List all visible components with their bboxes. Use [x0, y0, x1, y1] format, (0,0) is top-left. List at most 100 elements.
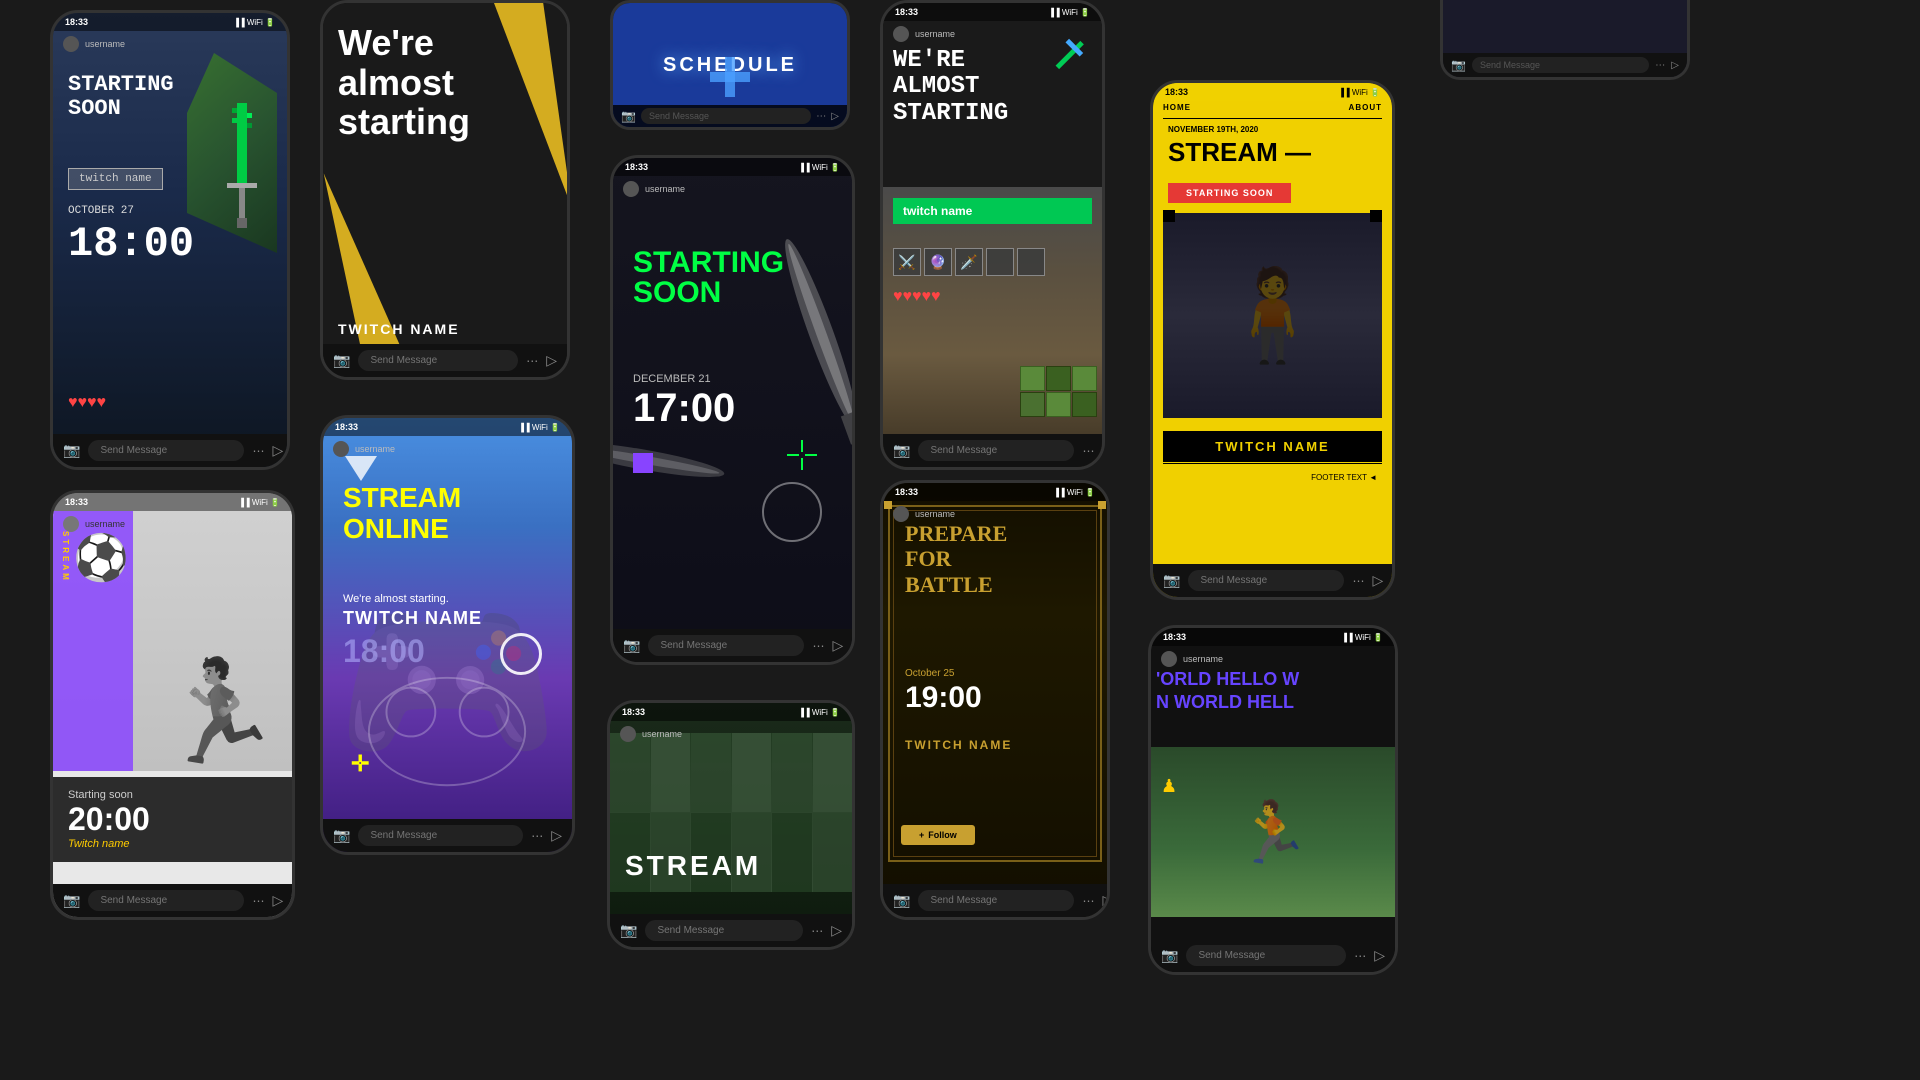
username-label: username [85, 39, 125, 49]
footer-text: FOOTER TEXT ◄ [1311, 473, 1377, 482]
message-input[interactable] [88, 440, 244, 461]
more-icon[interactable]: ⋯ [1352, 574, 1364, 588]
phone-soccer-starting-soon: 18:33 ▐▐ WiFi 🔋 username ⚽ 🏃 STREAM Star… [50, 490, 295, 920]
starting-soon-text: STARTING SOON [633, 248, 784, 308]
twitch-badge: twitch name [893, 198, 1092, 224]
more-icon[interactable]: ⋯ [531, 829, 543, 843]
more-icon[interactable]: ⋯ [526, 354, 538, 368]
status-icons: ▐▐ WiFi 🔋 [518, 423, 560, 432]
avatar [333, 441, 349, 457]
filter-icon[interactable]: ▷ [832, 637, 843, 654]
camera-icon[interactable]: 📷 [63, 892, 80, 909]
more-icon[interactable]: ⋯ [1082, 894, 1094, 908]
message-input[interactable] [358, 350, 518, 371]
more-icon[interactable]: ⋯ [1082, 444, 1094, 458]
filter-icon[interactable]: ▷ [831, 111, 839, 122]
message-input[interactable] [648, 635, 804, 656]
phone-stream-yellow: 18:33 ▐▐ WiFi 🔋 HOME ABOUT NOVEMBER 19TH… [1150, 80, 1395, 600]
message-input[interactable] [358, 825, 523, 846]
status-icons: ▐▐ WiFi 🔋 [1338, 88, 1380, 97]
camera-icon[interactable]: 📷 [1163, 572, 1180, 589]
tool-slot-2: 🔮 [924, 248, 952, 276]
more-icon[interactable]: ⋯ [252, 894, 264, 908]
status-time: 18:33 [1165, 87, 1188, 97]
prepare-text: PREPARE FOR BATTLE [905, 521, 1007, 597]
were-almost-text: We're almost starting [338, 23, 470, 142]
camera-icon[interactable]: 📷 [893, 892, 910, 909]
more-icon[interactable]: ⋯ [812, 639, 824, 653]
send-message-text: Send Message [1472, 57, 1649, 73]
tool-slot-4 [986, 248, 1014, 276]
filter-icon[interactable]: ▷ [831, 922, 842, 939]
stream-text: STREAM [625, 850, 761, 882]
filter-icon[interactable]: ▷ [551, 827, 562, 844]
status-icons: ▐▐ WiFi 🔋 [238, 498, 280, 507]
phone-top-right-partial: 📷 Send Message ⋯ ▷ [1440, 0, 1690, 80]
status-icons: ▐▐ WiFi 🔋 [1048, 8, 1090, 17]
tool-row: ⚔️ 🔮 🗡️ [893, 248, 1045, 276]
camera-icon[interactable]: 📷 [893, 442, 910, 459]
username-label: username [915, 509, 955, 519]
status-time: 18:33 [622, 707, 645, 717]
camera-icon[interactable]: 📷 [63, 442, 80, 459]
message-input[interactable] [918, 440, 1074, 461]
sports-image: 🏃 [1151, 747, 1395, 917]
phone-were-almost-starting-yellow: We're almost starting TWITCH NAME 📷 ⋯ ▷ [320, 0, 570, 380]
more-icon[interactable]: ⋯ [811, 924, 823, 938]
camera-icon[interactable]: 📷 [333, 827, 350, 844]
filter-icon[interactable]: ▷ [1102, 442, 1105, 459]
starting-info: Starting soon 20:00 Twitch name [53, 777, 292, 862]
camera-icon[interactable]: 📷 [333, 352, 350, 369]
camera-icon[interactable]: 📷 [621, 109, 636, 123]
time-text: 17:00 [633, 386, 735, 431]
status-icons: ▐▐ WiFi 🔋 [798, 163, 840, 172]
status-icons: ▐▐ WiFi 🔋 [1341, 633, 1383, 642]
filter-icon[interactable]: ▷ [1671, 60, 1679, 71]
status-icons: ▐▐ WiFi 🔋 [798, 708, 840, 717]
filter-icon[interactable]: ▷ [272, 892, 283, 909]
date-text: OCTOBER 27 [68, 205, 134, 217]
camera-icon[interactable]: 📷 [623, 637, 640, 654]
message-input[interactable] [918, 890, 1074, 911]
camera-icon[interactable]: 📷 [1451, 58, 1466, 72]
date-text: NOVEMBER 19TH, 2020 [1168, 125, 1258, 134]
phone-hello-world: 18:33 ▐▐ WiFi 🔋 username 'ORLD HELLO W N… [1148, 625, 1398, 975]
time-text: 18:00 [343, 633, 425, 670]
crosshair [787, 440, 817, 475]
avatar [893, 506, 909, 522]
message-input[interactable] [88, 890, 244, 911]
more-icon[interactable]: ⋯ [252, 444, 264, 458]
nav-home[interactable]: HOME [1163, 103, 1191, 112]
message-input[interactable] [1188, 570, 1344, 591]
filter-icon[interactable]: ▷ [546, 352, 557, 369]
camera-icon[interactable]: 📷 [1161, 947, 1178, 964]
player-image: 🧍 [1163, 213, 1382, 418]
cross-icon [705, 52, 755, 102]
filter-icon[interactable]: ▷ [272, 442, 283, 459]
filter-icon[interactable]: ▷ [1102, 892, 1110, 909]
more-icon[interactable]: ⋯ [1354, 949, 1366, 963]
status-time: 18:33 [65, 17, 88, 27]
phone-stream-bottom-center: 18:33 ▐▐ WiFi 🔋 username STREAM 📷 ⋯ ▷ [607, 700, 855, 950]
time-text: 20:00 [68, 801, 277, 838]
follow-button[interactable]: + Follow [901, 825, 975, 845]
we-re-text: WE'RE ALMOST STARTING [893, 48, 1008, 127]
more-icon[interactable]: ⋯ [816, 111, 826, 122]
username-label: username [645, 184, 685, 194]
phone-starting-soon-knife: 18:33 ▐▐ WiFi 🔋 username STARTING SOON D… [610, 155, 855, 665]
filter-icon[interactable]: ▷ [1372, 572, 1383, 589]
hearts: ♥♥♥♥♥ [893, 288, 941, 306]
camera-icon[interactable]: 📷 [620, 922, 637, 939]
message-input[interactable] [645, 920, 803, 941]
starting-label: Starting soon [68, 789, 277, 801]
avatar [63, 516, 79, 532]
tool-slot-5 [1017, 248, 1045, 276]
twitch-name: TWITCH NAME [905, 738, 1012, 752]
nav-about[interactable]: ABOUT [1349, 103, 1382, 112]
filter-icon[interactable]: ▷ [1374, 947, 1385, 964]
more-icon[interactable]: ⋯ [1655, 60, 1665, 71]
date-text: DECEMBER 21 [633, 373, 711, 385]
message-input[interactable] [1186, 945, 1346, 966]
avatar [1161, 651, 1177, 667]
username-label: username [1183, 654, 1223, 664]
